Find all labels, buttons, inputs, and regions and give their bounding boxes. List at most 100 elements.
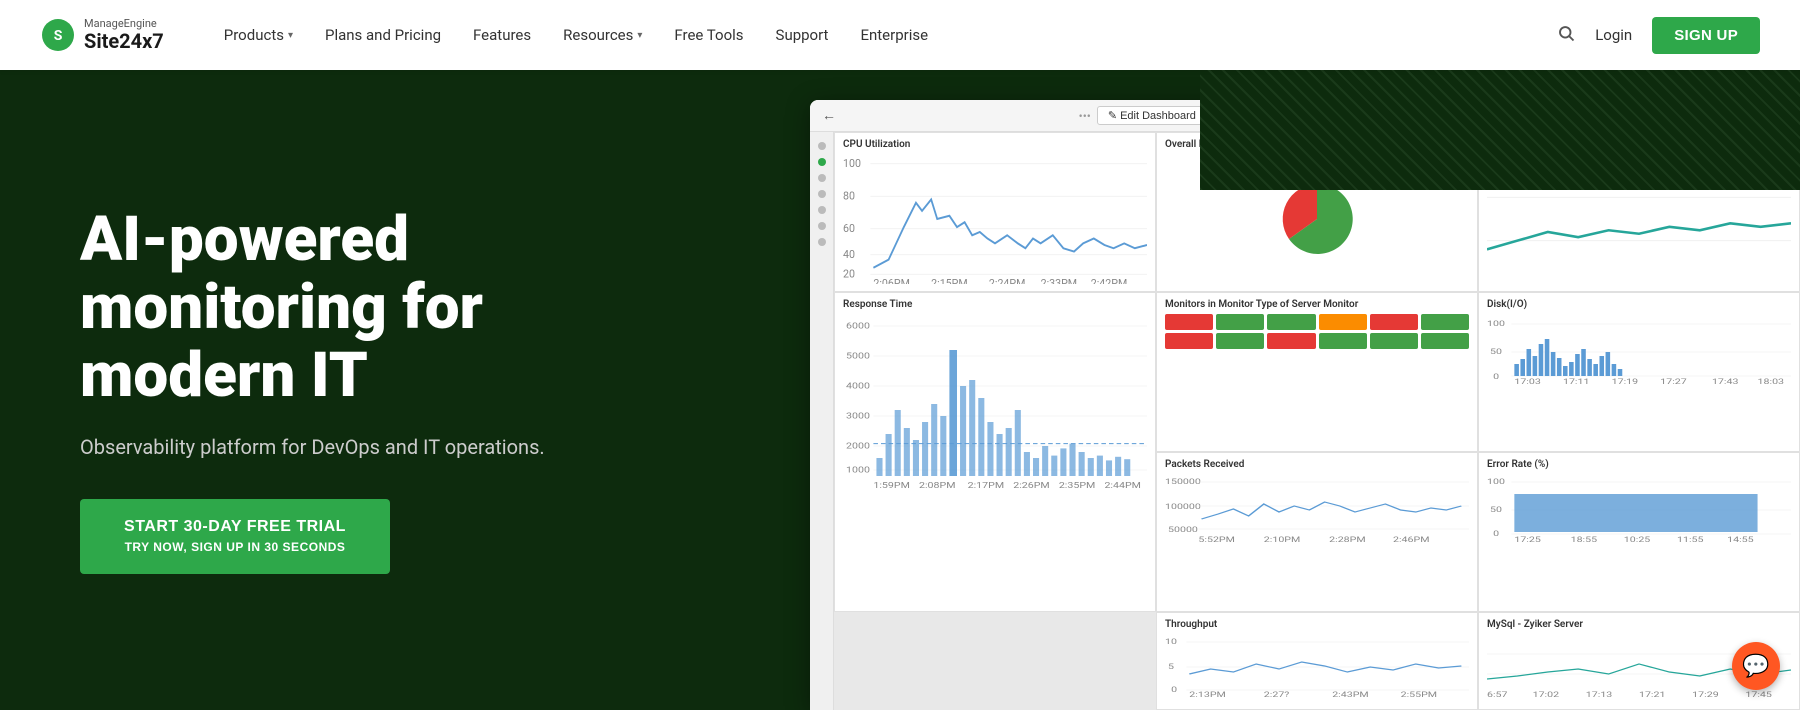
widget-error-rate-title: Error Rate (%): [1487, 459, 1791, 470]
svg-text:50: 50: [1490, 507, 1502, 515]
login-link[interactable]: Login: [1595, 26, 1632, 44]
svg-text:17:03: 17:03: [1514, 379, 1540, 384]
widget-monitor-type-title: Monitors in Monitor Type of Server Monit…: [1165, 299, 1469, 310]
svg-text:100: 100: [843, 157, 861, 170]
nav-resources[interactable]: Resources ▾: [563, 26, 642, 44]
svg-text:2:55PM: 2:55PM: [1401, 692, 1438, 699]
svg-text:2:28PM: 2:28PM: [1329, 537, 1366, 544]
svg-text:5000: 5000: [846, 351, 870, 361]
chat-button[interactable]: 💬: [1732, 642, 1780, 690]
monitor-cell: [1370, 314, 1418, 330]
nav-plans[interactable]: Plans and Pricing: [325, 26, 441, 44]
packets-sent-chart: 6:57 17:02 17:07 17:12 17:22 17:27: [1487, 154, 1791, 284]
svg-text:100: 100: [1487, 321, 1505, 329]
svg-text:40: 40: [843, 248, 855, 261]
chat-icon: 💬: [1742, 654, 1769, 679]
svg-text:11:55: 11:55: [1677, 537, 1703, 544]
svg-text:0: 0: [1493, 531, 1499, 539]
nav-enterprise[interactable]: Enterprise: [860, 26, 928, 44]
toolbar-right: Share This Raw Now Widget Level Period ▾…: [1450, 107, 1788, 124]
nav-support[interactable]: Support: [776, 26, 829, 44]
svg-text:6000: 6000: [846, 321, 870, 331]
svg-text:6:57: 6:57: [1487, 692, 1508, 699]
cta-sub-label: TRY NOW, SIGN UP IN 30 SECONDS: [108, 540, 362, 556]
svg-text:2:06PM: 2:06PM: [873, 277, 909, 284]
widget-disk-io-title: Disk(I/O): [1487, 299, 1791, 310]
throughput-chart: 10 5 0 2:13PM 2:27? 2:43PM 2:55PM: [1165, 634, 1469, 699]
svg-text:10: 10: [1165, 639, 1177, 647]
svg-text:17:02: 17:02: [1533, 692, 1559, 699]
monitor-cell: [1370, 333, 1418, 349]
chevron-down-icon: ▾: [288, 30, 293, 41]
svg-text:17:27: 17:27: [1745, 281, 1771, 284]
widget-packets-received-title: Packets Received: [1165, 459, 1469, 470]
share-label: Share This: [1450, 109, 1502, 122]
svg-text:60: 60: [843, 222, 855, 235]
svg-text:2:43PM: 2:43PM: [1332, 692, 1369, 699]
sidebar-dot: [818, 142, 826, 150]
widget-packets-sent: Packets Sent 6:57 17:02 17:07 17:12 17:2…: [1478, 132, 1800, 292]
pie-container: [1165, 154, 1469, 284]
disk-io-chart: 100 50 0: [1487, 314, 1791, 384]
svg-text:17:13: 17:13: [1586, 692, 1612, 699]
svg-text:17:43: 17:43: [1712, 379, 1738, 384]
chevron-down-icon: ▾: [637, 30, 642, 41]
nav-features[interactable]: Features: [473, 26, 531, 44]
page-tips-tag[interactable]: Page Tips: [1728, 108, 1788, 123]
monitor-cell: [1165, 333, 1213, 349]
svg-text:1000: 1000: [846, 465, 870, 475]
widget-throughput: Throughput 10 5 0 2:13PM 2:27? 2:43PM: [1156, 612, 1478, 710]
packets-received-chart: 150000 100000 50000 5:52PM 2:10PM 2:28PM…: [1165, 474, 1469, 544]
nav-right: Login SIGN UP: [1557, 17, 1760, 54]
dashboard-sidebar: [810, 132, 834, 710]
moon-icon[interactable]: ☽: [1710, 109, 1720, 122]
edit-dashboard-button[interactable]: ✎ Edit Dashboard: [1097, 106, 1207, 125]
widget-error-rate: Error Rate (%) 100 50 0 17:25 18:55 10:2…: [1478, 452, 1800, 612]
sidebar-dot: [818, 174, 826, 182]
monitor-cell: [1267, 333, 1315, 349]
monitor-cell: [1319, 333, 1367, 349]
nav-free-tools[interactable]: Free Tools: [674, 26, 743, 44]
sidebar-dot: [818, 222, 826, 230]
widget-mysql-title: MySql - Zyiker Server: [1487, 619, 1791, 630]
widget-throughput-title: Throughput: [1165, 619, 1469, 630]
svg-text:4000: 4000: [846, 381, 870, 391]
back-icon[interactable]: ←: [822, 107, 836, 124]
cta-button[interactable]: START 30-DAY FREE TRIAL TRY NOW, SIGN UP…: [80, 499, 390, 574]
sidebar-dot: [818, 206, 826, 214]
svg-text:2:33PM: 2:33PM: [1041, 277, 1077, 284]
hero-left: AI-powered monitoring for modern IT Obse…: [0, 70, 780, 710]
svg-text:2000: 2000: [846, 441, 870, 451]
nav-products[interactable]: Products ▾: [224, 26, 293, 44]
monitor-grid: [1165, 314, 1469, 349]
search-icon: [1557, 24, 1575, 42]
svg-text:2:44PM: 2:44PM: [1104, 481, 1140, 491]
hero-title: AI-powered monitoring for modern IT: [80, 206, 700, 411]
dashboard-grid: CPU Utilization 100 80 60 40 20: [834, 132, 1800, 710]
monitor-cell: [1216, 333, 1264, 349]
svg-text:3000: 3000: [846, 411, 870, 421]
now-tag[interactable]: Now: [1550, 107, 1584, 124]
disk-pie-chart: [1277, 179, 1357, 259]
response-time-chart: 6000 5000 4000 3000 2000 1000: [843, 314, 1147, 494]
svg-text:2:35PM: 2:35PM: [1059, 481, 1095, 491]
svg-text:18:03: 18:03: [1758, 379, 1784, 384]
widget-period-tag[interactable]: Widget Level Period ▾: [1593, 107, 1702, 124]
svg-text:17:22: 17:22: [1692, 281, 1718, 284]
svg-text:2:10PM: 2:10PM: [1264, 537, 1301, 544]
dashboard-body: CPU Utilization 100 80 60 40 20: [810, 132, 1800, 710]
svg-text:2:15PM: 2:15PM: [931, 277, 967, 284]
signup-button[interactable]: SIGN UP: [1652, 17, 1760, 54]
svg-text:17:19: 17:19: [1612, 379, 1638, 384]
svg-text:2:24PM: 2:24PM: [989, 277, 1025, 284]
cta-main-label: START 30-DAY FREE TRIAL: [124, 518, 346, 535]
widget-response-time: Response Time 6000 5000 4000 3000 2000 1…: [834, 292, 1156, 612]
cpu-chart: 100 80 60 40 20: [843, 154, 1147, 284]
hero-section: AI-powered monitoring for modern IT Obse…: [0, 70, 1800, 710]
svg-text:80: 80: [843, 189, 855, 202]
logo-area[interactable]: S ManageEngine Site24x7: [40, 17, 164, 53]
svg-text:17:21: 17:21: [1639, 692, 1665, 699]
raw-tag[interactable]: Raw: [1509, 107, 1542, 124]
svg-text:2:42PM: 2:42PM: [1091, 277, 1127, 284]
search-button[interactable]: [1557, 24, 1575, 47]
